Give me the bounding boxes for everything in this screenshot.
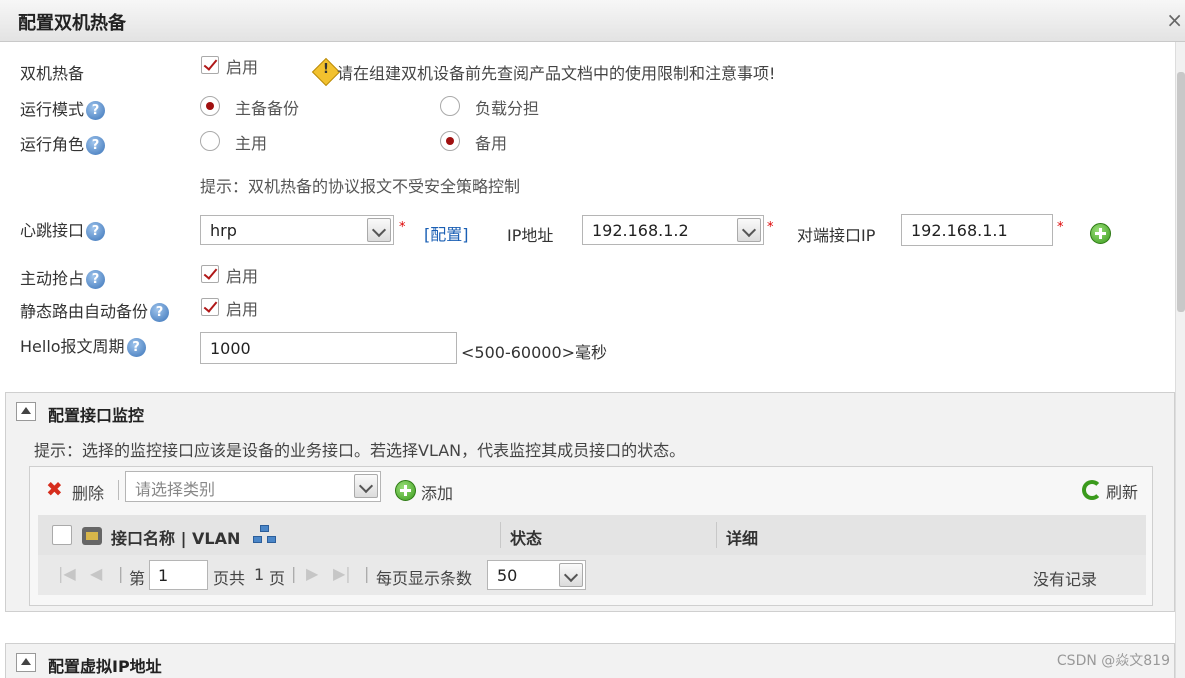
grid-pager: |◀ ◀ | 第 1 页共 1 页 | ▶ ▶| | 每页显示条数 50 没有记…: [38, 555, 1146, 595]
panel-title: 配置虚拟IP地址: [48, 657, 162, 676]
refresh-button[interactable]: 刷新: [1106, 479, 1138, 503]
chevron-down-icon[interactable]: [559, 563, 583, 587]
help-icon[interactable]: ?: [86, 222, 106, 241]
help-icon[interactable]: ?: [126, 338, 146, 357]
close-icon[interactable]: ×: [1166, 8, 1183, 32]
column-detail[interactable]: 详细: [726, 525, 758, 549]
run-role-option-0: 主用: [235, 134, 268, 153]
refresh-icon[interactable]: [1082, 480, 1102, 500]
warning-text: 请在组建双机设备前先查阅产品文档中的使用限制和注意事项!: [337, 64, 776, 83]
run-role-primary-radio[interactable]: [200, 131, 220, 151]
scrollbar-thumb[interactable]: [1177, 72, 1185, 312]
run-mode-option-0: 主备备份: [235, 99, 300, 118]
vertical-scrollbar[interactable]: [1175, 42, 1185, 678]
select-all-checkbox[interactable]: [52, 525, 72, 545]
hot-standby-enable-label: 启用: [226, 58, 259, 77]
panel-title: 配置接口监控: [48, 406, 145, 425]
hot-standby-checkbox[interactable]: [201, 56, 219, 74]
column-interface[interactable]: 接口名称 | VLAN: [111, 525, 240, 549]
help-icon[interactable]: ?: [86, 101, 106, 120]
config-interface-link[interactable]: [配置]: [424, 221, 469, 245]
hot-standby-label: 双机热备: [20, 64, 85, 83]
dialog-titlebar: 配置双机热备 ×: [0, 0, 1185, 42]
per-page-select[interactable]: 50: [487, 560, 586, 590]
page-number-input[interactable]: 1: [149, 560, 208, 590]
run-mode-active-standby-radio[interactable]: [200, 96, 220, 116]
no-records-text: 没有记录: [1033, 570, 1098, 589]
run-mode-option-1: 负载分担: [475, 99, 540, 118]
help-icon[interactable]: ?: [150, 303, 170, 322]
static-route-enable-label: 启用: [226, 300, 259, 319]
add-icon[interactable]: [395, 480, 416, 501]
peer-ip-label: 对端接口IP: [797, 226, 876, 245]
run-role-standby-radio[interactable]: [440, 131, 460, 151]
category-select[interactable]: 请选择类别: [125, 471, 381, 502]
static-route-label: 静态路由自动备份?: [20, 298, 170, 322]
static-route-checkbox[interactable]: [201, 298, 219, 316]
add-heartbeat-icon[interactable]: [1090, 223, 1111, 244]
chevron-down-icon[interactable]: [737, 218, 761, 242]
prev-page-icon[interactable]: ◀: [90, 564, 102, 583]
network-icon: [253, 525, 277, 545]
peer-ip-input[interactable]: 192.168.1.1: [901, 214, 1053, 246]
preempt-enable-label: 启用: [226, 267, 259, 286]
run-mode-label: 运行模式?: [20, 96, 106, 120]
next-page-icon[interactable]: ▶: [306, 564, 318, 583]
interface-monitor-panel: 配置接口监控 提示：选择的监控接口应该是设备的业务接口。若选择VLAN，代表监控…: [5, 392, 1175, 612]
protocol-hint: 提示：双机热备的协议报文不受安全策略控制: [200, 177, 521, 196]
first-page-icon[interactable]: |◀: [58, 564, 76, 583]
ip-address-label: IP地址: [507, 226, 554, 245]
chevron-down-icon[interactable]: [367, 218, 391, 242]
monitor-grid: ✖ 删除 请选择类别 添加 刷新 接口名称 | VLAN 状态 详细 |◀ ◀: [29, 466, 1153, 606]
collapse-icon[interactable]: [16, 402, 36, 421]
run-mode-load-sharing-radio[interactable]: [440, 96, 460, 116]
help-icon[interactable]: ?: [86, 270, 106, 289]
required-mark: *: [399, 220, 406, 235]
hello-range-text: <500-60000>毫秒: [461, 343, 608, 362]
add-button[interactable]: 添加: [421, 480, 453, 504]
collapse-icon[interactable]: [16, 653, 36, 672]
monitor-tip: 提示：选择的监控接口应该是设备的业务接口。若选择VLAN，代表监控其成员接口的状…: [34, 441, 686, 460]
heartbeat-interface-select[interactable]: hrp: [200, 215, 394, 245]
watermark: CSDN @焱文819: [1056, 653, 1170, 669]
delete-icon[interactable]: ✖: [46, 477, 63, 501]
preempt-label: 主动抢占?: [20, 265, 106, 289]
page-suffix-a: 页共: [213, 569, 246, 588]
hello-period-input[interactable]: 1000: [200, 332, 457, 364]
per-page-label: 每页显示条数: [376, 569, 473, 588]
run-role-option-1: 备用: [475, 134, 508, 153]
page-suffix-b: 页: [269, 569, 286, 588]
virtual-ip-panel: 配置虚拟IP地址: [5, 643, 1175, 678]
dialog-title: 配置双机热备: [18, 13, 126, 34]
column-status[interactable]: 状态: [510, 525, 542, 549]
help-icon[interactable]: ?: [86, 136, 106, 155]
required-mark: *: [1057, 220, 1064, 235]
last-page-icon[interactable]: ▶|: [333, 564, 351, 583]
preempt-checkbox[interactable]: [201, 265, 219, 283]
run-role-label: 运行角色?: [20, 131, 106, 155]
interface-icon: [82, 527, 102, 545]
delete-button[interactable]: 删除: [72, 480, 104, 504]
ip-address-select[interactable]: 192.168.1.2: [582, 215, 764, 245]
hello-label: Hello报文周期?: [20, 333, 146, 357]
page-prefix: 第: [129, 569, 146, 588]
heartbeat-label: 心跳接口?: [20, 217, 106, 241]
grid-header: 接口名称 | VLAN 状态 详细: [38, 515, 1146, 555]
required-mark: *: [767, 220, 774, 235]
page-total: 1: [254, 565, 265, 584]
chevron-down-icon[interactable]: [354, 474, 378, 498]
